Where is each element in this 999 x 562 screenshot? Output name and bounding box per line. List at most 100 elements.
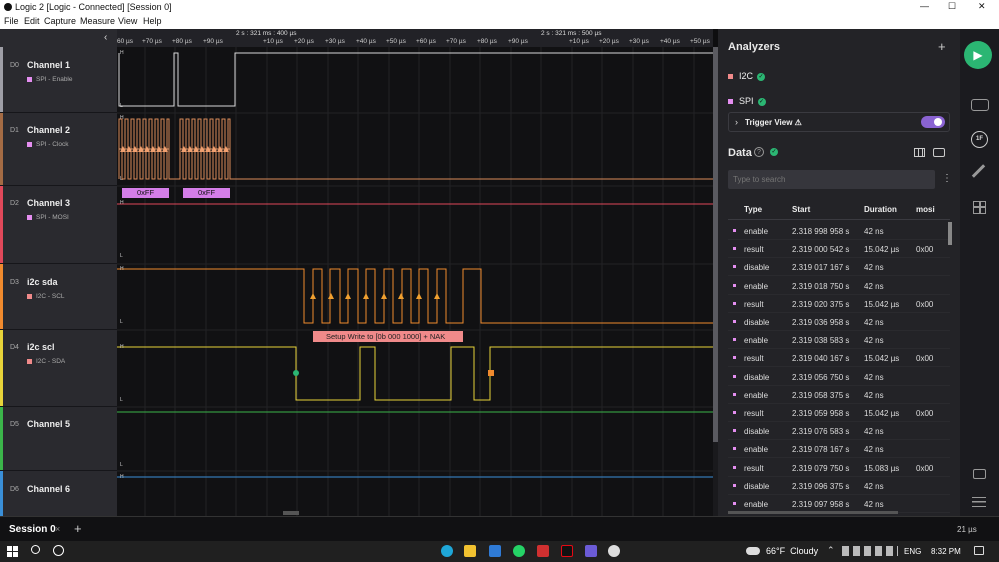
extensions-icon[interactable] bbox=[973, 201, 986, 214]
mail-icon[interactable] bbox=[489, 545, 501, 557]
table-row[interactable]: disable 2.319 076 583 s 42 ns bbox=[728, 422, 950, 441]
check-icon: ✓ bbox=[757, 72, 766, 81]
data-search-input[interactable] bbox=[728, 170, 935, 189]
cell-start: 2.319 058 375 s bbox=[792, 390, 850, 400]
channel-row-d5[interactable]: D5 Channel 5 bbox=[0, 407, 117, 471]
time-ruler[interactable]: 2 s : 321 ms : 400 µs 2 s : 321 ms : 500… bbox=[117, 29, 713, 47]
table-view-icon[interactable] bbox=[914, 148, 925, 157]
file-explorer-icon[interactable] bbox=[464, 545, 476, 557]
analyzer-tag-icon bbox=[27, 142, 32, 147]
table-row[interactable]: result 2.319 020 375 s 15.042 µs 0x00 bbox=[728, 295, 950, 313]
app-purple-icon[interactable] bbox=[585, 545, 597, 557]
add-analyzer-button[interactable]: + bbox=[938, 39, 946, 54]
minimize-button[interactable]: — bbox=[920, 1, 929, 11]
collapse-chevron-icon[interactable]: ‹ bbox=[104, 32, 107, 43]
ruler-tick: +50 µs bbox=[690, 38, 710, 45]
menu-capture[interactable]: Capture bbox=[44, 16, 76, 26]
table-row[interactable]: result 2.319 079 750 s 15.083 µs 0x00 bbox=[728, 459, 950, 477]
table-row[interactable]: disable 2.319 096 375 s 42 ns bbox=[728, 477, 950, 495]
analyzer-item-i2c[interactable]: I2C ✓ bbox=[728, 71, 766, 81]
menu-icon[interactable] bbox=[972, 497, 986, 507]
channel-name: Channel 1 bbox=[27, 60, 71, 70]
channel-index: D5 bbox=[10, 421, 19, 428]
analyzer-item-spi[interactable]: SPI ✓ bbox=[728, 96, 766, 106]
task-view-icon[interactable] bbox=[53, 545, 64, 556]
help-icon[interactable]: ? bbox=[754, 147, 764, 157]
waveform-horizontal-scrollbar[interactable] bbox=[283, 511, 299, 515]
whatsapp-icon[interactable] bbox=[513, 545, 525, 557]
table-row[interactable]: disable 2.319 036 958 s 42 ns bbox=[728, 313, 950, 331]
search-icon[interactable] bbox=[31, 545, 40, 554]
channel-row-d0[interactable]: D0 Channel 1 SPI - Enable bbox=[0, 47, 117, 113]
table-row[interactable]: result 2.319 059 958 s 15.042 µs 0x00 bbox=[728, 404, 950, 422]
column-header-type[interactable]: Type bbox=[744, 205, 762, 214]
table-row[interactable]: disable 2.319 017 167 s 42 ns bbox=[728, 258, 950, 277]
chat-icon[interactable] bbox=[973, 469, 986, 479]
waveform-area[interactable]: H L H L H L H L H L L H 0xFF 0xFF Setup … bbox=[117, 47, 713, 516]
table-row[interactable]: enable 2.318 998 958 s 42 ns bbox=[728, 222, 950, 240]
channel-row-d3[interactable]: D3 i2c sda I2C - SCL bbox=[0, 264, 117, 330]
measure-pencil-icon[interactable] bbox=[971, 164, 986, 178]
netflix-icon[interactable] bbox=[561, 545, 573, 557]
channel-color-bar bbox=[0, 407, 3, 470]
channel-row-d1[interactable]: D1 Channel 2 SPI - Clock bbox=[0, 113, 117, 186]
cell-type: enable bbox=[744, 390, 769, 400]
table-row[interactable]: enable 2.319 078 167 s 42 ns bbox=[728, 440, 950, 459]
table-row[interactable]: enable 2.319 018 750 s 42 ns bbox=[728, 277, 950, 295]
close-session-icon[interactable]: × bbox=[55, 524, 60, 534]
i2c-stop-marker bbox=[488, 370, 494, 376]
row-color-icon bbox=[733, 301, 736, 305]
analyzer-color-icon bbox=[728, 99, 733, 105]
table-row[interactable]: enable 2.319 058 375 s 42 ns bbox=[728, 386, 950, 404]
channel-row-d6[interactable]: D6 Channel 6 bbox=[0, 471, 117, 516]
menu-file[interactable]: File bbox=[4, 16, 19, 26]
table-horizontal-scrollbar[interactable] bbox=[728, 511, 898, 514]
more-options-icon[interactable]: ⋮ bbox=[942, 173, 952, 184]
clock[interactable]: 8:32 PM bbox=[931, 547, 961, 556]
menu-help[interactable]: Help bbox=[143, 16, 162, 26]
terminal-view-icon[interactable] bbox=[933, 148, 945, 157]
column-header-duration[interactable]: Duration bbox=[864, 205, 897, 214]
table-scroll-thumb[interactable] bbox=[948, 222, 952, 245]
table-row[interactable]: result 2.319 000 542 s 15.042 µs 0x00 bbox=[728, 240, 950, 259]
cell-type: result bbox=[744, 299, 764, 309]
analyzer-label: I2C bbox=[739, 71, 754, 81]
maximize-button[interactable]: ☐ bbox=[948, 1, 956, 12]
device-icon[interactable] bbox=[971, 99, 989, 111]
close-button[interactable]: ✕ bbox=[978, 1, 986, 12]
add-session-button[interactable]: + bbox=[74, 521, 82, 536]
column-header-start[interactable]: Start bbox=[792, 205, 810, 214]
app-red-icon[interactable] bbox=[537, 545, 549, 557]
cell-start: 2.319 000 542 s bbox=[792, 245, 850, 255]
trigger-view-row[interactable]: › Trigger View ⚠ bbox=[728, 112, 950, 132]
trigger-view-toggle[interactable] bbox=[921, 116, 945, 128]
menu-measure[interactable]: Measure bbox=[80, 16, 115, 26]
weather-text[interactable]: 66°F Cloudy bbox=[766, 546, 818, 556]
channel-row-d4[interactable]: D4 i2c scl I2C - SDA bbox=[0, 330, 117, 407]
channel-analyzer: I2C - SCL bbox=[36, 293, 65, 300]
windows-start-icon[interactable] bbox=[7, 546, 18, 557]
channel-name: Channel 2 bbox=[27, 125, 71, 135]
data-title: Data bbox=[728, 147, 752, 159]
tray-icons[interactable] bbox=[842, 546, 898, 556]
filter-badge-button[interactable]: 1F bbox=[971, 131, 988, 148]
cell-mosi: 0x00 bbox=[916, 463, 934, 473]
start-capture-button[interactable]: ▶ bbox=[964, 41, 992, 69]
waveform-canvas[interactable] bbox=[117, 47, 713, 516]
table-row[interactable]: disable 2.319 056 750 s 42 ns bbox=[728, 368, 950, 386]
notification-icon[interactable] bbox=[974, 546, 984, 555]
edge-icon[interactable] bbox=[441, 545, 453, 557]
cell-duration: 42 ns bbox=[864, 318, 884, 327]
menu-view[interactable]: View bbox=[118, 16, 137, 26]
session-tab[interactable]: Session 0 bbox=[9, 524, 56, 535]
language-indicator[interactable]: ENG bbox=[904, 547, 921, 556]
chevron-up-icon[interactable]: ⌃ bbox=[827, 545, 835, 556]
column-header-mosi[interactable]: mosi bbox=[916, 205, 935, 214]
menu-edit[interactable]: Edit bbox=[24, 16, 40, 26]
high-marker: H bbox=[120, 115, 124, 121]
table-row[interactable]: result 2.319 040 167 s 15.042 µs 0x00 bbox=[728, 349, 950, 368]
channel-row-d2[interactable]: D2 Channel 3 SPI - MOSI bbox=[0, 186, 117, 264]
table-row[interactable]: enable 2.319 038 583 s 42 ns bbox=[728, 331, 950, 350]
channel-name: i2c sda bbox=[27, 277, 58, 287]
logic-app-icon[interactable] bbox=[608, 545, 620, 557]
